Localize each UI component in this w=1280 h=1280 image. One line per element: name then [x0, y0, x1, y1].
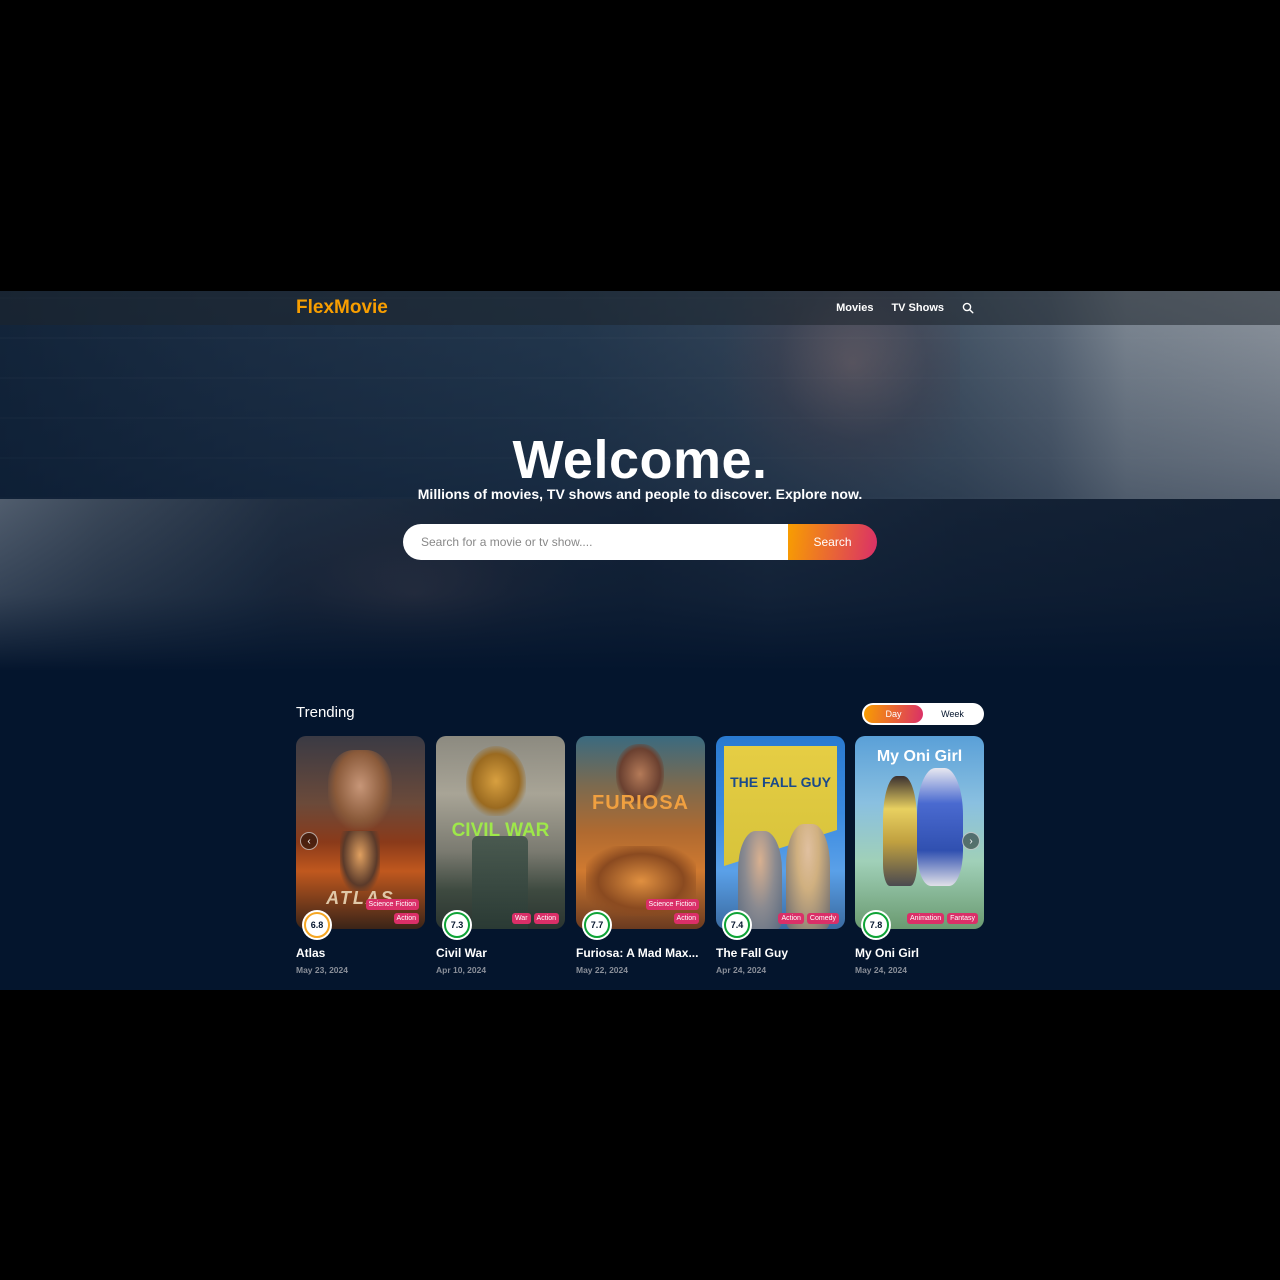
search-button[interactable]: Search: [788, 524, 877, 560]
day-week-switch: Day Week: [862, 703, 984, 725]
movie-card-atlas[interactable]: ATLAS ‹ Science Fiction Action 6.8 Atlas…: [296, 736, 425, 975]
trending-title: Trending: [296, 704, 355, 721]
genre-tag: Action: [778, 913, 804, 924]
genre-tags: Science Fiction Action: [645, 899, 699, 924]
carousel-left-arrow-icon[interactable]: ‹: [300, 832, 318, 850]
hero-subtitle: Millions of movies, TV shows and people …: [417, 486, 863, 502]
genre-tags: Action Comedy: [778, 913, 839, 924]
genre-tag: Science Fiction: [645, 899, 699, 910]
genre-tags: Animation Fantasy: [906, 913, 978, 924]
poster-image-the-fall-guy: THE FALL GUY: [716, 736, 845, 929]
genre-tag: War: [511, 913, 531, 924]
rating-circle: 7.8: [861, 910, 891, 940]
page-frame: FlexMovie Movies TV Shows Welcome. Milli…: [0, 291, 1280, 990]
rating-value: 6.8: [310, 920, 324, 930]
rating-value: 7.8: [869, 920, 883, 930]
movie-title[interactable]: Atlas: [296, 946, 425, 960]
genre-tag: Science Fiction: [365, 899, 419, 910]
search-icon[interactable]: [962, 302, 974, 314]
carousel-right-arrow-icon[interactable]: ›: [962, 832, 980, 850]
movie-title[interactable]: Civil War: [436, 946, 565, 960]
search-input[interactable]: [403, 524, 788, 560]
nav-menu: Movies TV Shows: [836, 291, 974, 325]
genre-tags: War Action: [511, 913, 559, 924]
movie-title[interactable]: The Fall Guy: [716, 946, 845, 960]
release-date: Apr 10, 2024: [436, 965, 487, 975]
rating-value: 7.7: [590, 920, 604, 930]
hero-search: Search: [403, 524, 877, 560]
movie-title[interactable]: My Oni Girl: [855, 946, 984, 960]
genre-tags: Science Fiction Action: [365, 899, 419, 924]
poster-image-my-oni-girl: My Oni Girl: [855, 736, 984, 929]
poster-title-text: FURIOSA: [592, 792, 689, 814]
release-date: Apr 24, 2024: [716, 965, 767, 975]
poster: THE FALL GUY Action Comedy 7.4: [716, 736, 845, 940]
rating-value: 7.4: [730, 920, 744, 930]
poster: My Oni Girl › Animation Fantasy 7.8: [855, 736, 984, 940]
genre-tag: Action: [533, 913, 559, 924]
poster: FURIOSA Science Fiction Action 7.7: [576, 736, 705, 940]
logo[interactable]: FlexMovie: [296, 297, 388, 319]
release-date: May 24, 2024: [855, 965, 907, 975]
movie-card-civil-war[interactable]: CIVIL WAR War Action 7.3 Civil War Apr 1…: [436, 736, 565, 975]
nav-movies[interactable]: Movies: [836, 302, 873, 314]
hero-title: Welcome.: [512, 430, 768, 490]
genre-tag: Comedy: [806, 913, 839, 924]
rating-circle: 6.8: [302, 910, 332, 940]
release-date: May 22, 2024: [576, 965, 628, 975]
rating-circle: 7.7: [582, 910, 612, 940]
poster-title-text: CIVIL WAR: [451, 820, 550, 841]
movie-card-furiosa[interactable]: FURIOSA Science Fiction Action 7.7 Furio…: [576, 736, 705, 975]
tab-day[interactable]: Day: [864, 705, 923, 723]
poster-image-civil-war: CIVIL WAR: [436, 736, 565, 929]
genre-tag: Animation: [906, 913, 945, 924]
release-date: May 23, 2024: [296, 965, 348, 975]
poster: ATLAS ‹ Science Fiction Action 6.8: [296, 736, 425, 940]
poster-title-text: THE FALL GUY: [730, 774, 831, 790]
rating-circle: 7.3: [442, 910, 472, 940]
poster-title-text: My Oni Girl: [876, 748, 963, 765]
genre-tag: Action: [393, 913, 419, 924]
trending-carousel: ATLAS ‹ Science Fiction Action 6.8 Atlas…: [296, 736, 984, 981]
movie-card-the-fall-guy[interactable]: THE FALL GUY Action Comedy 7.4 The Fall …: [716, 736, 845, 975]
movie-card-my-oni-girl[interactable]: My Oni Girl › Animation Fantasy 7.8 My O…: [855, 736, 984, 975]
rating-circle: 7.4: [722, 910, 752, 940]
movie-title[interactable]: Furiosa: A Mad Max...: [576, 946, 705, 960]
header: FlexMovie Movies TV Shows: [0, 291, 1280, 325]
genre-tag: Action: [673, 913, 699, 924]
tab-week[interactable]: Week: [923, 705, 982, 723]
poster: CIVIL WAR War Action 7.3: [436, 736, 565, 940]
genre-tag: Fantasy: [947, 913, 978, 924]
nav-tv-shows[interactable]: TV Shows: [891, 302, 944, 314]
rating-value: 7.3: [450, 920, 464, 930]
